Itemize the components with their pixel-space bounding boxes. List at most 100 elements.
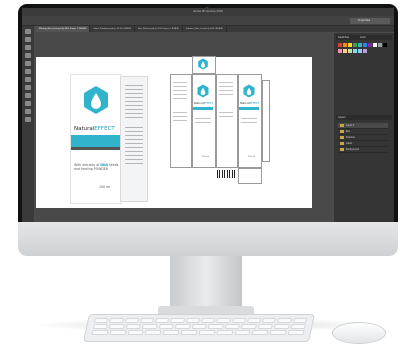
text-line [125,105,143,106]
folder-icon [340,142,344,145]
text-line [125,127,143,128]
text-line [125,147,143,148]
folder-icon [340,124,344,127]
swatch[interactable] [348,43,352,47]
text-line [173,94,187,95]
options-bar[interactable] [22,16,394,26]
key [92,324,109,329]
key [231,318,246,323]
swatch[interactable] [368,43,372,47]
key [241,324,257,329]
keyboard [83,314,315,342]
brand-stripe-dark [71,147,121,150]
swatch[interactable] [363,43,367,47]
key [246,318,262,323]
box-side [120,76,148,202]
lasso-tool-icon[interactable] [25,45,31,50]
document-tab[interactable]: Label_Template.psd @ 33.3% (RGB/8) [90,26,136,32]
text-line [219,112,233,113]
swatch[interactable] [338,49,342,53]
type-tool-icon[interactable] [25,101,31,106]
key-row [94,318,308,323]
swatch[interactable] [363,49,367,53]
key [287,330,305,335]
text-line [241,122,257,123]
text-line [173,112,187,113]
crop-tool-icon[interactable] [25,53,31,58]
dieline-volume: 150 ml [248,156,255,158]
barcode [217,170,237,178]
folder-icon [340,130,344,133]
swatch[interactable] [353,43,357,47]
text-line [219,116,233,117]
text-line [195,122,211,123]
document-tabs: Mockup_Box_front.psd @ 50% (Layer 1, RGB… [36,26,394,32]
gradient-tool-icon[interactable] [25,85,31,90]
pen-tool-icon[interactable] [25,93,31,98]
dieline-volume: 150 ml [202,156,209,158]
text-line [173,90,187,91]
dieline-stripe [193,107,213,110]
layer-label: Layer 1 [346,124,355,127]
eyedropper-tool-icon[interactable] [25,61,31,66]
key [208,324,224,329]
swatch[interactable] [353,49,357,53]
document-tab[interactable]: Product_Shot_v2.psd @ 50% (RGB/8) [183,26,227,32]
swatch[interactable] [358,49,362,53]
right-panels: Swatches Color Layers Layer 1 Box Shadow… [334,33,394,222]
text-line [125,85,143,86]
key [158,324,175,329]
swatch[interactable] [373,43,377,47]
move-tool-icon[interactable] [25,29,31,34]
key [175,324,191,329]
text-line [125,93,143,94]
key [185,318,201,323]
dieline-side-panel [216,74,238,168]
layer-label: Label [346,142,352,145]
text-line [173,98,187,99]
text-line [219,90,233,91]
swatch[interactable] [343,49,347,53]
swatch[interactable] [383,43,387,47]
marquee-tool-icon[interactable] [25,37,31,42]
key [262,318,277,323]
layer-row[interactable]: Background [338,147,388,153]
text-line [125,159,143,160]
swatches-tab[interactable]: Swatches [338,35,349,40]
box-front: NaturalEFFECT With extracts of DNA seeds… [70,74,122,204]
dieline-stripe [239,107,259,110]
key [180,330,198,335]
key [201,318,216,323]
document-tab[interactable]: Box_Dieline.psd @ 25% (Layer 2, RGB/8) [135,26,183,32]
folder-icon [340,136,344,139]
brush-tool-icon[interactable] [25,69,31,74]
key [216,330,234,335]
layers-panel-header[interactable]: Layers [336,115,392,120]
eraser-tool-icon[interactable] [25,77,31,82]
zoom-tool-icon[interactable] [25,117,31,122]
layer-label: Background [346,148,360,151]
layer-label: Box [346,130,351,133]
color-tab[interactable]: Color [360,35,366,40]
key [290,324,306,329]
mouse [332,322,386,344]
text-line [173,120,187,121]
monitor-stand [170,255,242,313]
document-tab[interactable]: Mockup_Box_front.psd @ 50% (Layer 1, RGB… [36,26,91,32]
key [216,318,231,323]
hand-tool-icon[interactable] [25,109,31,114]
hexagon-drop-logo-icon [197,84,209,98]
swatch[interactable] [378,43,382,47]
dieline-bottom-flap [238,168,262,184]
swatch[interactable] [348,49,352,53]
swatches-panel-header[interactable]: Swatches Color [336,35,392,40]
dieline-glue-flap [262,80,270,162]
layers-tab[interactable]: Layers [338,115,346,120]
key [162,330,180,335]
text-line [125,109,143,110]
key [224,324,241,329]
swatch[interactable] [358,43,362,47]
swatch[interactable] [343,43,347,47]
swatch[interactable] [338,43,342,47]
key [144,330,162,335]
